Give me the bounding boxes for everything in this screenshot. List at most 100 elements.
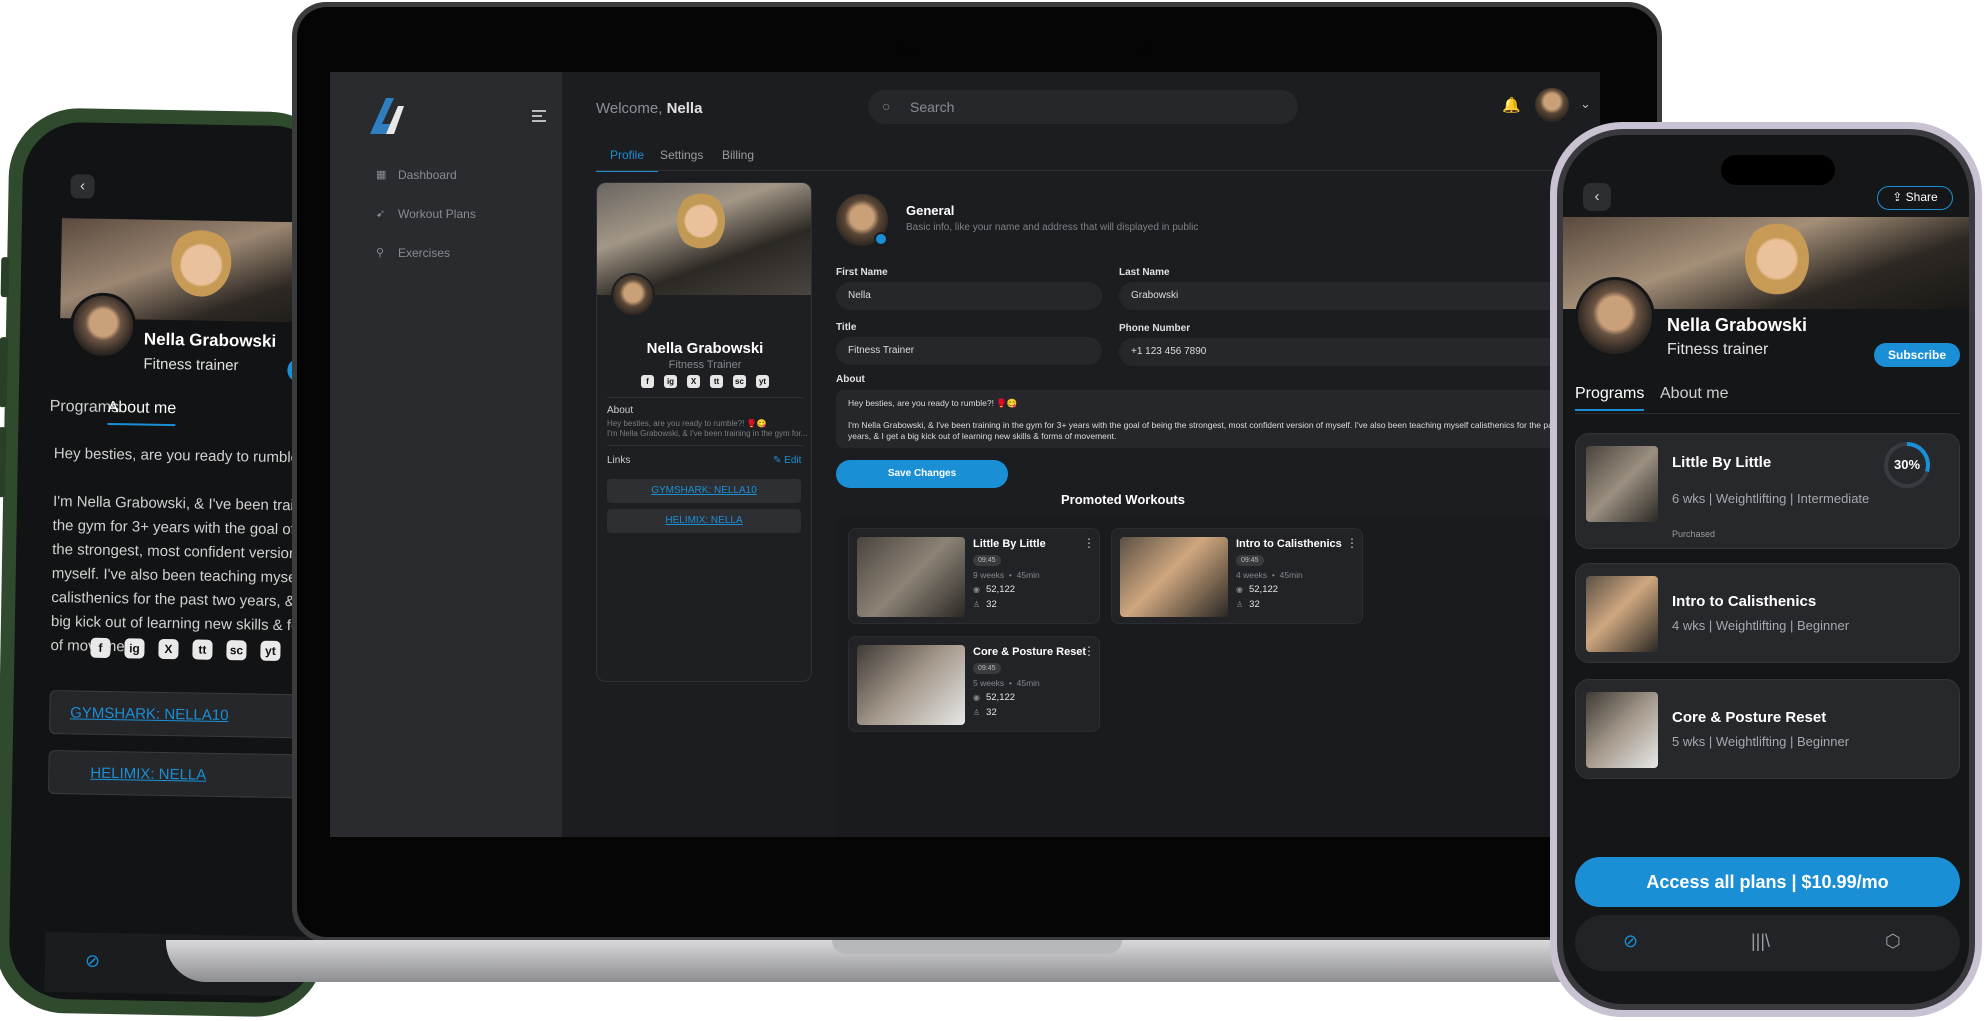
workout-views: ◉ 52,122 — [1236, 584, 1279, 595]
tab-settings[interactable]: Settings — [660, 148, 703, 162]
general-subtitle: Basic info, like your name and address t… — [906, 222, 1199, 233]
share-button[interactable]: ⇪ Share — [1877, 186, 1953, 210]
profile-name: Nella Grabowski — [646, 340, 764, 357]
tab-billing[interactable]: Billing — [722, 148, 754, 162]
laptop-opening-notch — [832, 940, 1122, 954]
program-meta: 4 wks | Weightlifting | Beginner — [1672, 618, 1850, 633]
link-helimix[interactable]: HELIMIX: NELLA — [607, 509, 801, 533]
first-name-field[interactable]: Nella — [836, 282, 1102, 310]
left-phone-screen: ‹ Nella Grabowski Fitness trainer Su Pro… — [8, 121, 332, 1004]
link-helimix[interactable]: HELIMIX: NELLA — [47, 749, 332, 800]
facebook-icon[interactable]: f — [90, 637, 111, 659]
about-preview: Hey besties, are you ready to rumble?! 🥊… — [607, 419, 807, 438]
workout-duration: 9 weeks • 45min — [973, 570, 1040, 580]
last-name-field[interactable]: Grabowski — [1119, 282, 1600, 310]
program-meta: 5 wks | Weightlifting | Beginner — [1672, 734, 1850, 749]
profile-card: Nella Grabowski Fitness Trainer f ig X t… — [596, 182, 812, 682]
phone-field[interactable]: +1 123 456 7890 — [1119, 338, 1600, 366]
laptop-screen: ▦ Dashboard ➹ Workout Plans ⚲ Exercises … — [330, 72, 1600, 837]
share-icon: ⇪ — [1892, 190, 1906, 204]
social-links: f ig X tt sc yt — [641, 375, 769, 388]
workout-time: 09:45 — [1236, 555, 1264, 566]
workout-thumbnail — [857, 645, 965, 725]
sidebar-item-exercises[interactable]: ⚲ Exercises — [376, 246, 450, 260]
more-options-icon[interactable]: ⋮ — [1083, 644, 1095, 658]
x-icon[interactable]: X — [687, 375, 700, 388]
tab-profile[interactable]: Profile — [596, 148, 659, 172]
instagram-icon[interactable]: ig — [124, 638, 145, 659]
sidebar-item-workout-plans[interactable]: ➹ Workout Plans — [376, 207, 476, 221]
workout-card[interactable]: Core & Posture Reset ⋮ 09:45 5 weeks • 4… — [848, 636, 1100, 732]
subscribe-button[interactable]: Subscribe — [1874, 343, 1960, 367]
workout-views: ◉ 52,122 — [973, 584, 1016, 595]
tiktok-icon[interactable]: tt — [192, 639, 213, 660]
link-gymshark[interactable]: GYMSHARK: NELLA10 — [48, 689, 332, 740]
workout-plans-icon: ➹ — [376, 208, 386, 220]
x-icon[interactable]: X — [158, 638, 179, 660]
tab-about-me[interactable]: About me — [107, 398, 177, 427]
link-gymshark[interactable]: GYMSHARK: NELLA10 — [607, 479, 801, 503]
more-options-icon[interactable]: ⋮ — [1083, 536, 1095, 550]
user-icon: ♙ — [973, 708, 981, 717]
workout-card[interactable]: Little By Little ⋮ 09:45 9 weeks • 45min… — [848, 528, 1100, 624]
phone-label: Phone Number — [1119, 323, 1191, 334]
instagram-icon[interactable]: ig — [664, 375, 677, 388]
youtube-icon[interactable]: yt — [260, 640, 281, 661]
workout-time: 09:45 — [973, 663, 1001, 674]
sidebar-item-dashboard[interactable]: ▦ Dashboard — [376, 168, 457, 182]
phone-volume-down — [0, 427, 7, 498]
edit-links-button[interactable]: ✎ Edit — [773, 455, 801, 466]
workout-users: ♙ 32 — [973, 599, 997, 610]
promoted-workouts-title: Promoted Workouts — [1061, 492, 1185, 507]
dynamic-island — [1721, 155, 1835, 185]
tiktok-icon[interactable]: tt — [710, 375, 723, 388]
youtube-icon[interactable]: yt — [756, 375, 769, 388]
back-button[interactable]: ‹ — [70, 174, 95, 199]
avatar — [611, 273, 655, 317]
program-title: Little By Little — [1672, 454, 1772, 471]
snapchat-icon[interactable]: sc — [733, 375, 746, 388]
compass-icon[interactable]: ⊘ — [85, 951, 100, 972]
bike-icon: ⚲ — [376, 247, 385, 259]
snapchat-icon[interactable]: sc — [226, 640, 247, 661]
program-title: Intro to Calisthenics — [1672, 593, 1817, 610]
workout-title: Intro to Calisthenics — [1236, 538, 1342, 550]
avatar — [1575, 277, 1655, 357]
program-card[interactable]: Little By Little 6 wks | Weightlifting |… — [1575, 433, 1960, 549]
back-button[interactable]: ‹ — [1583, 183, 1611, 211]
tab-about-me[interactable]: About me — [1660, 385, 1728, 403]
more-options-icon[interactable]: ⋮ — [1346, 536, 1358, 550]
notification-bell-icon[interactable]: 🔔 — [1502, 96, 1521, 114]
menu-toggle-button[interactable] — [532, 110, 546, 122]
about-text: Hey besties, are you ready to rumble?! 🥊… — [50, 445, 331, 656]
eye-icon: ◉ — [1236, 585, 1243, 594]
pencil-icon: ✎ — [773, 455, 785, 466]
program-card[interactable]: Intro to Calisthenics 4 wks | Weightlift… — [1575, 563, 1960, 663]
chevron-down-icon[interactable]: ⌄ — [1580, 96, 1591, 112]
library-icon[interactable]: |||\ — [1751, 931, 1770, 952]
facebook-icon[interactable]: f — [641, 375, 654, 388]
search-input[interactable]: ○ Search — [868, 90, 1298, 124]
program-thumbnail — [1586, 692, 1658, 768]
save-changes-button[interactable]: Save Changes — [836, 460, 1008, 488]
laptop-bezel-bottom — [330, 837, 1600, 897]
purchased-label: Purchased — [1672, 529, 1716, 539]
profile-name: Nella Grabowski — [143, 329, 277, 351]
access-all-plans-button[interactable]: Access all plans | $10.99/mo — [1575, 857, 1960, 907]
user-avatar[interactable] — [1535, 88, 1569, 122]
workout-card[interactable]: Intro to Calisthenics ⋮ 09:45 4 weeks • … — [1111, 528, 1363, 624]
compass-icon[interactable]: ⊘ — [1623, 931, 1638, 952]
sidebar-item-label: Workout Plans — [398, 207, 476, 221]
camera-icon[interactable] — [874, 232, 888, 246]
title-field[interactable]: Fitness Trainer — [836, 337, 1102, 365]
about-field[interactable]: Hey besties, are you ready to rumble?! 🥊… — [836, 390, 1600, 448]
sidebar-item-label: Dashboard — [398, 168, 457, 182]
promoted-workouts-panel: Little By Little ⋮ 09:45 9 weeks • 45min… — [836, 518, 1600, 837]
settings-icon[interactable]: ⬡ — [1885, 931, 1901, 952]
program-title: Core & Posture Reset — [1672, 709, 1827, 726]
right-phone-screen: ‹ ⇪ Share Nella Grabowski Fitness traine… — [1563, 135, 1969, 1004]
divider — [607, 397, 803, 398]
tab-programs[interactable]: Programs — [1575, 385, 1645, 411]
about-label: About — [607, 405, 634, 416]
program-card[interactable]: Core & Posture Reset 5 wks | Weightlifti… — [1575, 679, 1960, 779]
